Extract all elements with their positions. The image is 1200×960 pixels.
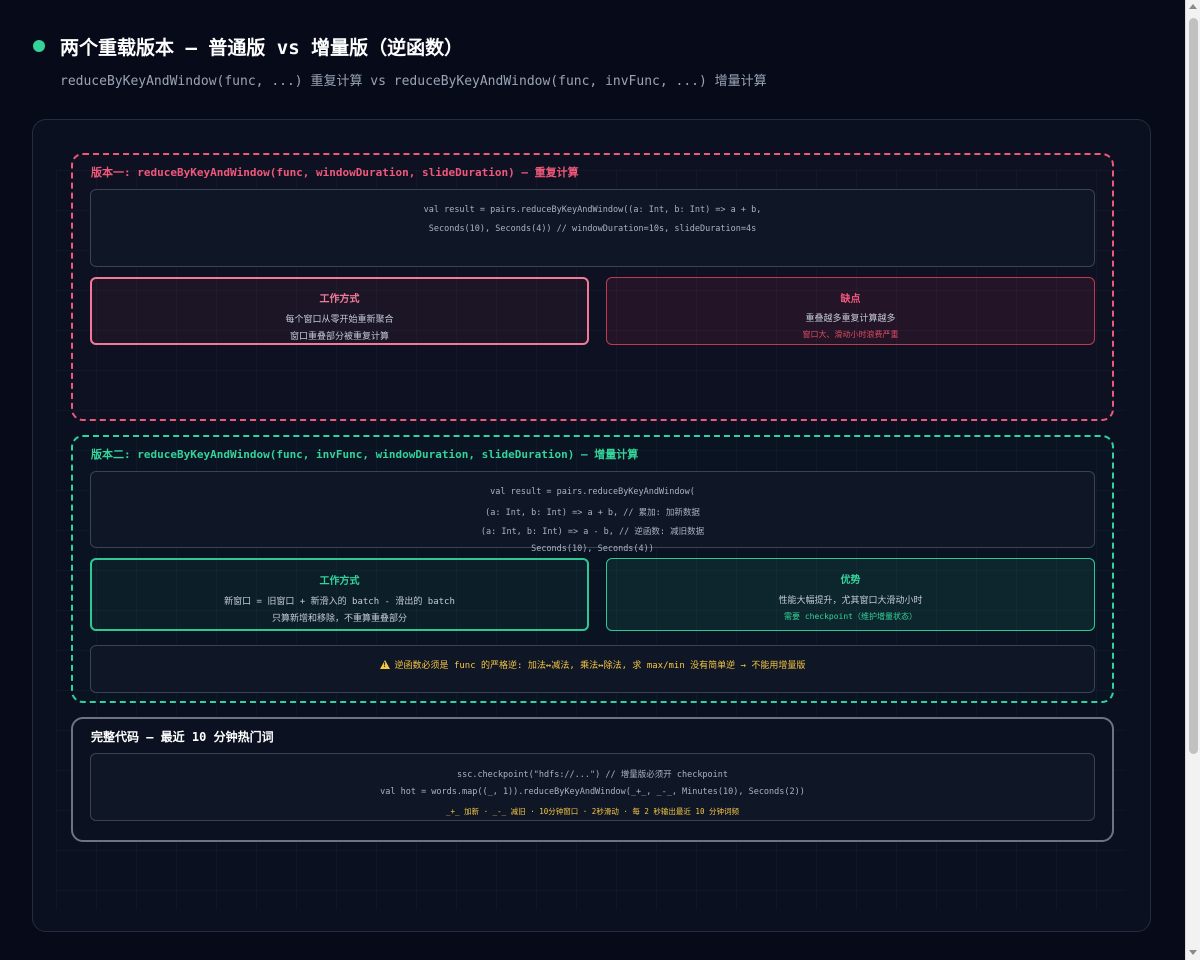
card-line: 新窗口 = 旧窗口 + 新滑入的 batch - 滑出的 batch: [224, 597, 455, 607]
code-line: (a: Int, b: Int) => a + b, // 累加: 加新数据: [485, 508, 700, 518]
code-line: val hot = words.map((_, 1)).reduceByKeyA…: [380, 787, 805, 797]
page-subtitle: reduceByKeyAndWindow(func, ...) 重复计算 vs …: [60, 74, 767, 89]
scroll-up-icon[interactable]: [1189, 4, 1197, 9]
card-line: 性能大幅提升，尤其窗口大滑动小时: [778, 596, 923, 606]
card-title: 缺点: [840, 294, 861, 305]
version1-title: 版本一: reduceByKeyAndWindow(func, windowDu…: [91, 166, 579, 179]
code-line: ssc.checkpoint("hdfs://...") // 增量版必须开 c…: [456, 770, 729, 780]
card-title: 工作方式: [319, 294, 360, 305]
code-line: (a: Int, b: Int) => a - b, // 逆函数: 减旧数据: [480, 527, 705, 537]
code-line: val result = pairs.reduceByKeyAndWindow(: [490, 487, 695, 497]
version2-title: 版本二: reduceByKeyAndWindow(func, invFunc,…: [91, 448, 639, 461]
code-line: val result = pairs.reduceByKeyAndWindow(…: [423, 205, 762, 215]
version2-code-block: val result = pairs.reduceByKeyAndWindow(…: [90, 471, 1095, 554]
card-line: 重叠越多重复计算越多: [805, 314, 896, 324]
code-note: _+_ 加新 · _-_ 减旧 · 10分钟窗口 · 2秒滑动 · 每 2 秒输…: [446, 807, 739, 816]
version1-how-card: 工作方式 每个窗口从零开始重新聚合 窗口重叠部分被重复计算: [90, 277, 589, 345]
inverse-function-warning: 逆函数必须是 func 的严格逆: 加法↔减法, 乘法↔除法, 求 max/mi…: [90, 645, 1095, 693]
card-line: 每个窗口从零开始重新聚合: [285, 315, 394, 325]
warning-icon: [379, 660, 390, 669]
card-note: 需要 checkpoint（维护增量状态）: [784, 612, 917, 621]
full-code-title: 完整代码 — 最近 10 分钟热门词: [91, 730, 274, 744]
full-code-block: ssc.checkpoint("hdfs://...") // 增量版必须开 c…: [90, 753, 1095, 821]
title-bullet-icon: [33, 40, 45, 52]
card-line: 窗口重叠部分被重复计算: [289, 332, 389, 342]
version2-how-card: 工作方式 新窗口 = 旧窗口 + 新滑入的 batch - 滑出的 batch …: [90, 558, 589, 631]
card-note: 窗口大、滑动小时浪费严重: [802, 330, 899, 339]
scroll-down-icon[interactable]: [1189, 950, 1197, 955]
card-line: 只算新增和移除，不重算重叠部分: [271, 614, 407, 624]
page-title: 两个重载版本 — 普通版 vs 增量版（逆函数）: [60, 37, 464, 59]
page-scrollbar[interactable]: [1185, 0, 1200, 960]
card-title: 优势: [840, 575, 861, 586]
version1-cons-card: 缺点 重叠越多重复计算越多 窗口大、滑动小时浪费严重: [606, 277, 1095, 345]
card-title: 工作方式: [319, 576, 360, 587]
code-line: Seconds(10), Seconds(4)): [531, 544, 654, 554]
version1-code-block: val result = pairs.reduceByKeyAndWindow(…: [90, 189, 1095, 267]
warning-text: 逆函数必须是 func 的严格逆: 加法↔减法, 乘法↔除法, 求 max/mi…: [394, 661, 806, 671]
scrollbar-thumb[interactable]: [1189, 18, 1198, 754]
version2-pros-card: 优势 性能大幅提升，尤其窗口大滑动小时 需要 checkpoint（维护增量状态…: [606, 558, 1095, 631]
code-line: Seconds(10), Seconds(4)) // windowDurati…: [428, 224, 757, 234]
